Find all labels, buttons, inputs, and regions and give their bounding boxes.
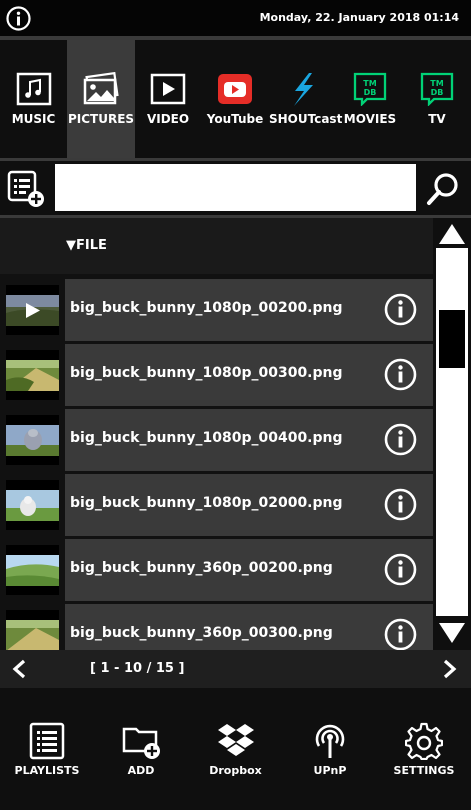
search-input[interactable] [55,164,416,211]
list-item-body: big_buck_bunny_360p_00300.png [65,604,433,650]
list-header: ▼FILE [0,218,433,274]
nav-label: Dropbox [209,764,262,777]
scroll-thumb[interactable] [439,310,465,368]
tab-label: SHOUTcast [269,112,343,126]
pagination-bar: [ 1 - 10 / 15 ] [0,650,471,688]
pictures-icon [83,72,119,105]
svg-text:TM: TM [430,79,443,88]
info-icon[interactable] [384,553,417,586]
thumbnail-image [6,295,59,326]
list-item-body: big_buck_bunny_360p_00200.png [65,539,433,601]
file-name: big_buck_bunny_1080p_00300.png [70,365,343,381]
tab-label: MUSIC [11,112,56,126]
tab-music[interactable]: MUSIC [0,40,67,158]
nav-label: ADD [127,764,155,777]
tmdb-icon: TM DB [353,72,387,106]
nav-label: SETTINGS [393,764,455,777]
sort-label: FILE [76,238,107,253]
info-icon[interactable] [384,423,417,456]
list-item[interactable]: big_buck_bunny_360p_00200.png [0,539,433,601]
dropbox-icon [217,724,254,756]
file-name: big_buck_bunny_1080p_02000.png [70,495,343,511]
playlist-icon [29,722,65,760]
thumbnail [6,350,59,400]
thumbnail-image [6,555,59,586]
thumbnail-image [6,620,59,650]
nav-settings[interactable]: SETTINGS [377,688,471,810]
info-icon[interactable] [384,358,417,391]
tmdb-icon: TM DB [420,72,454,106]
tab-label: YouTube [206,112,264,126]
thumbnail-image [6,425,59,456]
gear-icon [405,722,443,760]
thumbnail-image [6,360,59,391]
tab-movies[interactable]: TM DB MOVIES [337,40,403,158]
scrollbar[interactable] [433,218,471,650]
list-item[interactable]: big_buck_bunny_1080p_02000.png [0,474,433,536]
info-icon[interactable] [384,488,417,521]
nav-label: UPnP [313,764,347,777]
list-item[interactable]: big_buck_bunny_360p_00300.png [0,604,433,650]
tab-youtube[interactable]: YouTube [201,40,269,158]
svg-text:DB: DB [431,88,444,97]
list-item[interactable]: big_buck_bunny_1080p_00200.png [0,279,433,341]
video-icon [150,73,186,105]
page-range: [ 1 - 10 / 15 ] [90,661,185,676]
tab-label: TV [428,112,446,126]
info-icon[interactable] [6,6,31,31]
music-icon [16,72,51,106]
scroll-up-arrow-icon[interactable] [438,222,466,246]
tab-label: PICTURES [67,112,135,126]
list-item[interactable]: big_buck_bunny_1080p_00400.png [0,409,433,471]
nav-dropbox[interactable]: Dropbox [188,688,283,810]
info-icon[interactable] [384,618,417,650]
info-icon[interactable] [384,293,417,326]
nav-add[interactable]: ADD [94,688,188,810]
nav-playlists[interactable]: PLAYLISTS [0,688,94,810]
file-list[interactable]: big_buck_bunny_1080p_00200.png big_buck_… [0,274,433,650]
upnp-icon [315,724,345,758]
bottom-nav: PLAYLISTS ADD Dropbox UPnP SETTINGS [0,688,471,810]
date-time: Monday, 22. January 2018 01:14 [259,11,459,24]
shoutcast-icon [294,73,313,106]
file-name: big_buck_bunny_1080p_00200.png [70,300,343,316]
nav-upnp[interactable]: UPnP [283,688,377,810]
tab-tv[interactable]: TM DB TV [403,40,471,158]
tab-pictures[interactable]: PICTURES [67,40,135,158]
file-name: big_buck_bunny_360p_00200.png [70,560,333,576]
thumbnail [6,480,59,530]
category-tabs: MUSIC PICTURES VIDEO YouTube SHOUTcast T… [0,40,471,158]
tab-shoutcast[interactable]: SHOUTcast [269,40,343,158]
nav-label: PLAYLISTS [14,764,80,777]
scroll-track[interactable] [436,248,468,616]
add-to-playlist-icon[interactable] [6,169,46,209]
chevron-left-icon[interactable] [10,659,28,679]
scroll-down-arrow-icon[interactable] [438,621,466,645]
list-item-body: big_buck_bunny_1080p_00400.png [65,409,433,471]
thumbnail [6,285,59,335]
chevron-right-icon[interactable] [441,659,459,679]
search-bar [0,161,471,215]
file-name: big_buck_bunny_1080p_00400.png [70,430,343,446]
list-item-body: big_buck_bunny_1080p_00300.png [65,344,433,406]
thumbnail [6,415,59,465]
thumbnail [6,610,59,650]
add-folder-icon [122,727,160,759]
sort-column-file[interactable]: ▼FILE [66,238,107,253]
status-bar: Monday, 22. January 2018 01:14 [0,0,471,36]
list-item-body: big_buck_bunny_1080p_02000.png [65,474,433,536]
list-item[interactable]: big_buck_bunny_1080p_00300.png [0,344,433,406]
list-item-body: big_buck_bunny_1080p_00200.png [65,279,433,341]
youtube-icon [218,74,252,104]
tab-label: MOVIES [343,112,397,126]
file-name: big_buck_bunny_360p_00300.png [70,625,333,641]
thumbnail-image [6,490,59,521]
thumbnail [6,545,59,595]
svg-text:DB: DB [364,88,377,97]
search-icon[interactable] [425,171,461,207]
tab-video[interactable]: VIDEO [135,40,201,158]
tab-label: VIDEO [146,112,190,126]
svg-text:TM: TM [363,79,376,88]
